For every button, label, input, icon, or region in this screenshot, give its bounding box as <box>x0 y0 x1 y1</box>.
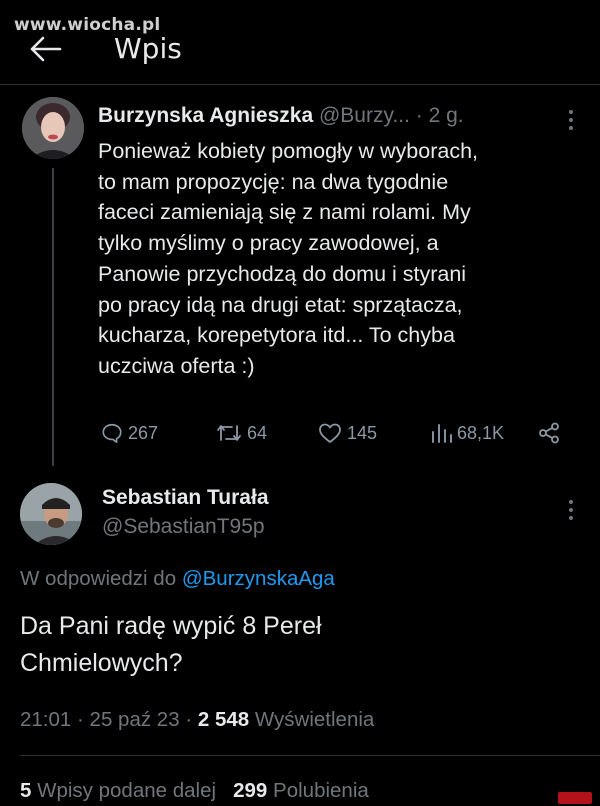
heart-icon <box>319 423 341 443</box>
likes-count: 299 <box>233 779 268 802</box>
like-button[interactable]: 145 <box>318 420 377 446</box>
avatar[interactable] <box>22 97 84 159</box>
retweets-label: Wpisy podane dalej <box>37 779 217 802</box>
text-line: kucharza, korepetytora itd... To chyba <box>98 323 455 348</box>
avatar[interactable] <box>20 483 82 545</box>
tweet-text: Da Pani radę wypić 8 Pereł Chmielowych? <box>20 608 580 682</box>
author-handle[interactable]: @Burzy... <box>319 104 410 127</box>
text-line: Chmielowych? <box>20 649 183 677</box>
corner-logo <box>558 792 592 804</box>
avatar-image <box>20 483 82 545</box>
retweet-icon <box>217 425 241 441</box>
tweet-meta: 21:01 · 25 paź 23 · 2 548 Wyświetlenia <box>20 708 374 732</box>
views-label: Wyświetlenia <box>254 708 375 731</box>
views-chart-icon <box>432 424 452 443</box>
retweets-stat[interactable]: 5 Wpisy podane dalej <box>20 779 216 802</box>
tweet-date[interactable]: 25 paź 23 <box>90 708 180 731</box>
reply-icon <box>102 423 122 443</box>
page-title: Wpis <box>114 32 182 65</box>
views-count: 68,1K <box>457 422 505 443</box>
text-line: Ponieważ kobiety pomogły w wyborach, <box>98 139 479 163</box>
quoted-tweet-header: Burzynska Agnieszka @Burzy... · 2 g. <box>98 104 464 128</box>
text-line: po pracy idą na drugi etat: sprzątacza, <box>98 292 463 317</box>
retweets-count: 5 <box>20 779 32 802</box>
arrow-left-icon[interactable] <box>28 34 62 64</box>
reply-prefix: W odpowiedzi do <box>20 567 177 590</box>
tweet-time[interactable]: 21:01 <box>20 708 71 731</box>
like-count: 145 <box>347 422 378 443</box>
thread-line <box>52 168 54 466</box>
author-name[interactable]: Sebastian Turała <box>102 486 269 510</box>
retweet-button[interactable]: 64 <box>216 420 267 446</box>
text-line: Panowie przychodzą do domu i styrani <box>98 261 467 286</box>
quoted-tweet-text: Ponieważ kobiety pomogły w wyborach, to … <box>98 136 578 382</box>
share-button[interactable] <box>538 420 560 446</box>
views-button[interactable]: 68,1K <box>430 420 504 446</box>
author-handle[interactable]: @SebastianT95p <box>102 515 265 539</box>
text-line: uczciwa oferta :) <box>98 353 255 378</box>
avatar-image <box>22 97 84 159</box>
meta-separator: · <box>185 708 193 731</box>
top-bar: Wpis <box>0 0 600 82</box>
author-name[interactable]: Burzynska Agnieszka <box>98 104 313 127</box>
likes-stat[interactable]: 299 Polubienia <box>233 779 369 802</box>
share-icon <box>539 422 559 444</box>
retweet-count: 64 <box>247 422 268 443</box>
views-count: 2 548 <box>197 708 250 731</box>
reply-button[interactable]: 267 <box>101 420 158 446</box>
engagement-stats: 5 Wpisy podane dalej 299 Polubienia <box>20 779 369 803</box>
text-line: tylko myślimy o pracy zawodowej, a <box>98 231 439 256</box>
replying-to: W odpowiedzi do @BurzynskaAga <box>20 567 335 591</box>
more-options-icon[interactable] <box>566 108 576 132</box>
meta-separator: · <box>77 708 84 731</box>
header-divider <box>0 84 600 85</box>
tweet-time[interactable]: · 2 g. <box>416 104 464 127</box>
reply-count: 267 <box>128 422 159 443</box>
reply-handle-link[interactable]: @BurzynskaAga <box>182 567 335 590</box>
more-options-icon[interactable] <box>566 498 576 522</box>
text-line: to mam propozycję: na dwa tygodnie <box>98 169 449 194</box>
likes-label: Polubienia <box>273 779 369 802</box>
text-line: faceci zamieniają się z nami rolami. My <box>98 200 471 225</box>
text-line: Da Pani radę wypić 8 Pereł <box>20 612 322 640</box>
stats-divider <box>20 755 600 756</box>
